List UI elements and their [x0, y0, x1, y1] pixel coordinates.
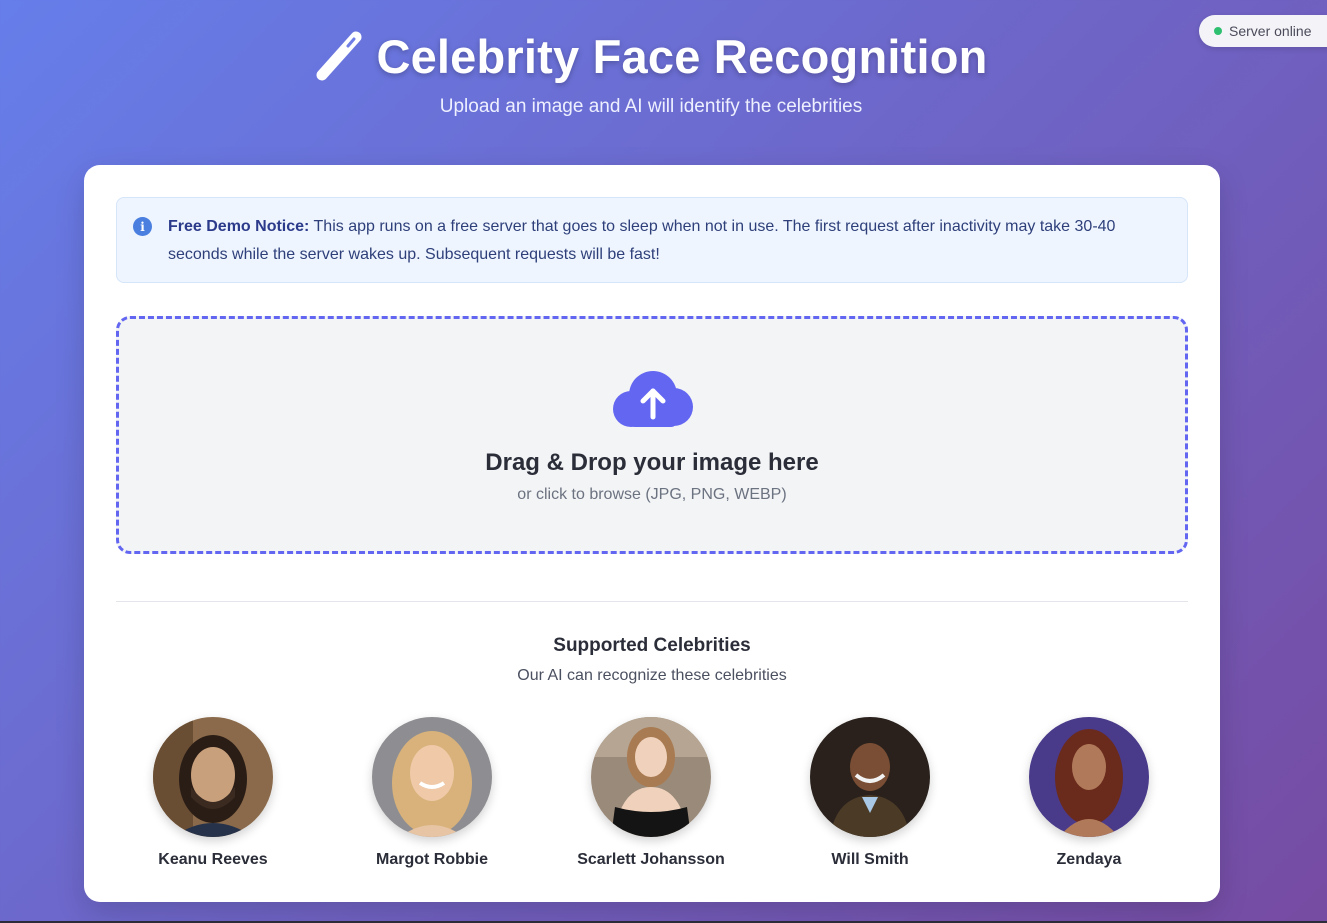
celebrity-list: Keanu Reeves Margot Robbie Scarlett Joha…	[84, 717, 1220, 877]
dropzone-subtitle: or click to browse (JPG, PNG, WEBP)	[517, 486, 787, 503]
page-title: Celebrity Face Recognition	[376, 29, 988, 83]
celebrity-photo-scarlett-johansson	[591, 717, 711, 837]
celebrity-photo-will-smith	[810, 717, 930, 837]
dropzone-title: Drag & Drop your image here	[485, 449, 819, 476]
celebrity-card-keanu-reeves[interactable]: Keanu Reeves	[103, 717, 323, 869]
demo-notice: i Free Demo Notice: This app runs on a f…	[116, 197, 1188, 283]
celebrities-subtitle: Our AI can recognize these celebrities	[517, 667, 787, 684]
info-icon: i	[133, 217, 152, 236]
celebrity-name: Zendaya	[1056, 851, 1122, 868]
celebrity-name: Scarlett Johansson	[577, 851, 725, 868]
celebrities-title: Supported Celebrities	[553, 635, 751, 656]
magic-wand-icon	[316, 31, 362, 81]
cloud-upload-icon	[613, 371, 693, 427]
image-upload-dropzone[interactable]: Drag & Drop your image here or click to …	[116, 316, 1188, 554]
celebrity-card-scarlett-johansson[interactable]: Scarlett Johansson	[541, 717, 761, 869]
celebrity-name: Margot Robbie	[376, 851, 488, 868]
celebrity-name: Keanu Reeves	[158, 851, 268, 868]
celebrity-card-zendaya[interactable]: Zendaya	[979, 717, 1199, 869]
celebrity-photo-keanu-reeves	[153, 717, 273, 837]
main-card: i Free Demo Notice: This app runs on a f…	[84, 165, 1220, 902]
page-header: Celebrity Face Recognition Upload an ima…	[0, 28, 1302, 118]
section-divider	[116, 601, 1188, 602]
celebrity-photo-margot-robbie	[372, 717, 492, 837]
celebrity-card-margot-robbie[interactable]: Margot Robbie	[322, 717, 542, 869]
celebrity-card-will-smith[interactable]: Will Smith	[760, 717, 980, 869]
notice-heading: Free Demo Notice:	[168, 218, 310, 235]
page-subtitle: Upload an image and AI will identify the…	[439, 96, 863, 117]
notice-text: This app runs on a free server that goes…	[168, 218, 1116, 263]
celebrity-photo-zendaya	[1029, 717, 1149, 837]
celebrity-name: Will Smith	[831, 851, 909, 868]
